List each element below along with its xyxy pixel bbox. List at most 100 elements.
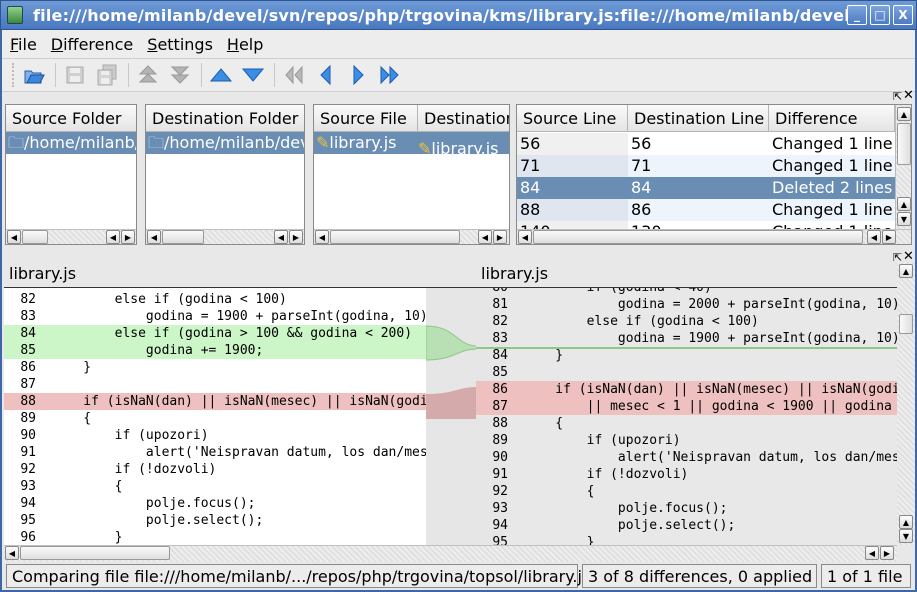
code-line: 93 polje.focus(); — [476, 500, 897, 517]
line-number: 85 — [492, 365, 508, 380]
scroll-left-button[interactable]: ◀ — [274, 230, 288, 244]
left-source-view[interactable]: 82 else if (godina < 100) 83 godina = 190… — [4, 287, 426, 545]
scroll-left-button[interactable]: ◀ — [147, 230, 161, 244]
next-difference-button[interactable] — [240, 62, 266, 88]
next-file-button[interactable] — [345, 62, 371, 88]
line-text: } — [52, 530, 123, 545]
scroll-thumb[interactable] — [20, 546, 170, 560]
scroll-up-button[interactable]: ▲ — [897, 107, 911, 121]
line-number: 87 — [492, 399, 508, 414]
last-file-icon — [380, 65, 399, 85]
close-button[interactable]: X — [893, 5, 913, 25]
source-file-header[interactable]: Source File — [314, 105, 418, 132]
difference-header[interactable]: Difference — [769, 105, 895, 132]
destination-folder-hscrollbar[interactable]: ◀ ◀ ▶ — [146, 229, 304, 244]
first-file-button[interactable] — [281, 62, 307, 88]
code-line: 91 alert('Neispravan datum, los dan/mese… — [4, 444, 426, 461]
menu-help[interactable]: Help — [227, 35, 263, 54]
scroll-up-button[interactable]: ▲ — [899, 515, 913, 529]
source-folder-item[interactable]: 🗀/home/milanb/ — [6, 132, 136, 154]
file-row[interactable]: ✎library.js ✎library.js — [314, 132, 509, 154]
difference-row[interactable]: 56 56 Changed 1 line — [517, 133, 895, 155]
diff-vscrollbar[interactable]: ▲ ▲ ▼ — [897, 262, 915, 545]
scroll-thumb[interactable] — [897, 123, 911, 165]
scroll-left-button[interactable]: ◀ — [867, 230, 881, 244]
scroll-thumb[interactable] — [22, 230, 48, 244]
scroll-right-button[interactable]: ▶ — [289, 230, 303, 244]
source-folder-header[interactable]: Source Folder — [6, 105, 136, 132]
last-file-button[interactable] — [377, 62, 403, 88]
scroll-right-button[interactable]: ▶ — [882, 230, 896, 244]
close-panel-icon[interactable]: ✕ — [903, 88, 914, 103]
apply-all-up-button[interactable] — [135, 62, 161, 88]
scroll-left-button[interactable]: ◀ — [315, 230, 329, 244]
toolbar-grip[interactable] — [12, 63, 15, 87]
previous-difference-icon — [209, 68, 233, 82]
file-icon: ✎ — [316, 133, 330, 152]
scroll-left-button[interactable]: ◀ — [5, 546, 19, 560]
menu-difference[interactable]: Difference — [51, 35, 134, 54]
line-text: } — [52, 360, 92, 375]
undock-icon[interactable]: ⇱ — [893, 90, 902, 103]
differences-vscrollbar[interactable]: ▲ ▲ ▼ — [895, 105, 911, 229]
diff-hscrollbar[interactable]: ◀ ◀ ▶ — [4, 545, 897, 562]
destination-folder-header[interactable]: Destination Folder — [146, 105, 304, 132]
scroll-right-button[interactable]: ▶ — [121, 230, 135, 244]
scroll-thumb[interactable] — [533, 230, 863, 244]
folder-icon: 🗀 — [148, 133, 165, 152]
toolbar-separator — [128, 63, 129, 87]
difference-row[interactable]: 71 71 Changed 1 line — [517, 155, 895, 177]
code-line: 84 } — [476, 347, 897, 364]
code-line: 96 } — [4, 529, 426, 545]
minimize-button[interactable]: _ — [847, 5, 867, 25]
menu-settings[interactable]: Settings — [147, 35, 213, 54]
line-text: if (!dozvoli) — [52, 462, 217, 477]
open-button[interactable] — [21, 62, 47, 88]
differences-pane: Source Line Destination Line Difference … — [516, 104, 912, 245]
scroll-left-button[interactable]: ◀ — [518, 230, 532, 244]
apply-all-down-button[interactable] — [167, 62, 193, 88]
scroll-up-button[interactable]: ▲ — [899, 264, 913, 278]
source-line-header[interactable]: Source Line — [517, 105, 628, 132]
scroll-left-button[interactable]: ◀ — [478, 230, 492, 244]
maximize-button[interactable]: □ — [870, 5, 890, 25]
destination-file-header[interactable]: Destination — [418, 105, 509, 132]
destination-line-header[interactable]: Destination Line — [628, 105, 769, 132]
difference-row[interactable]: 88 86 Changed 1 line — [517, 199, 895, 221]
scroll-thumb[interactable] — [162, 230, 204, 244]
scroll-down-button[interactable]: ▼ — [897, 212, 911, 226]
code-line: 95 } — [476, 534, 897, 545]
files-hscrollbar[interactable]: ◀ ◀ ▶ — [314, 229, 509, 244]
menu-file[interactable]: File — [10, 35, 37, 54]
scroll-left-button[interactable]: ◀ — [865, 546, 879, 560]
previous-file-button[interactable] — [313, 62, 339, 88]
scroll-left-button[interactable]: ◀ — [106, 230, 120, 244]
source-file-name: library.js — [329, 133, 397, 152]
scroll-up-button[interactable]: ▲ — [897, 197, 911, 211]
right-source-view[interactable]: 80 if (godina < 40) 81 godina = 2000 + pa… — [476, 287, 897, 545]
previous-difference-button[interactable] — [208, 62, 234, 88]
scroll-right-button[interactable]: ▶ — [493, 230, 507, 244]
scroll-thumb[interactable] — [330, 230, 460, 244]
scroll-down-button[interactable]: ▼ — [899, 529, 913, 543]
code-line: 92 if (!dozvoli) — [4, 461, 426, 478]
scroll-left-button[interactable]: ◀ — [7, 230, 21, 244]
source-folder-hscrollbar[interactable]: ◀ ◀ ▶ — [6, 229, 136, 244]
scroll-thumb[interactable] — [899, 314, 913, 334]
line-text: polje.select(); — [524, 518, 736, 533]
code-line: 88 if (isNaN(dan) || isNaN(mesec) || isN… — [4, 393, 426, 410]
line-text: polje.focus(); — [52, 496, 256, 511]
difference-row[interactable]: 84 84 Deleted 2 lines — [517, 177, 895, 199]
save-all-button[interactable] — [94, 62, 120, 88]
code-line: 88 { — [476, 415, 897, 432]
line-text: godina += 1900; — [52, 343, 264, 358]
differences-hscrollbar[interactable]: ◀ ◀ ▶ — [517, 229, 911, 244]
line-number: 86 — [492, 382, 508, 397]
code-line: 90 if (upozori) — [4, 427, 426, 444]
save-button[interactable] — [62, 62, 88, 88]
code-line: 89 { — [4, 410, 426, 427]
destination-folder-item[interactable]: 🗀/home/milanb/dev — [146, 132, 304, 154]
difference-cell-src: 88 — [517, 199, 628, 221]
left-file-title: library.js — [9, 264, 77, 283]
scroll-right-button[interactable]: ▶ — [880, 546, 894, 560]
